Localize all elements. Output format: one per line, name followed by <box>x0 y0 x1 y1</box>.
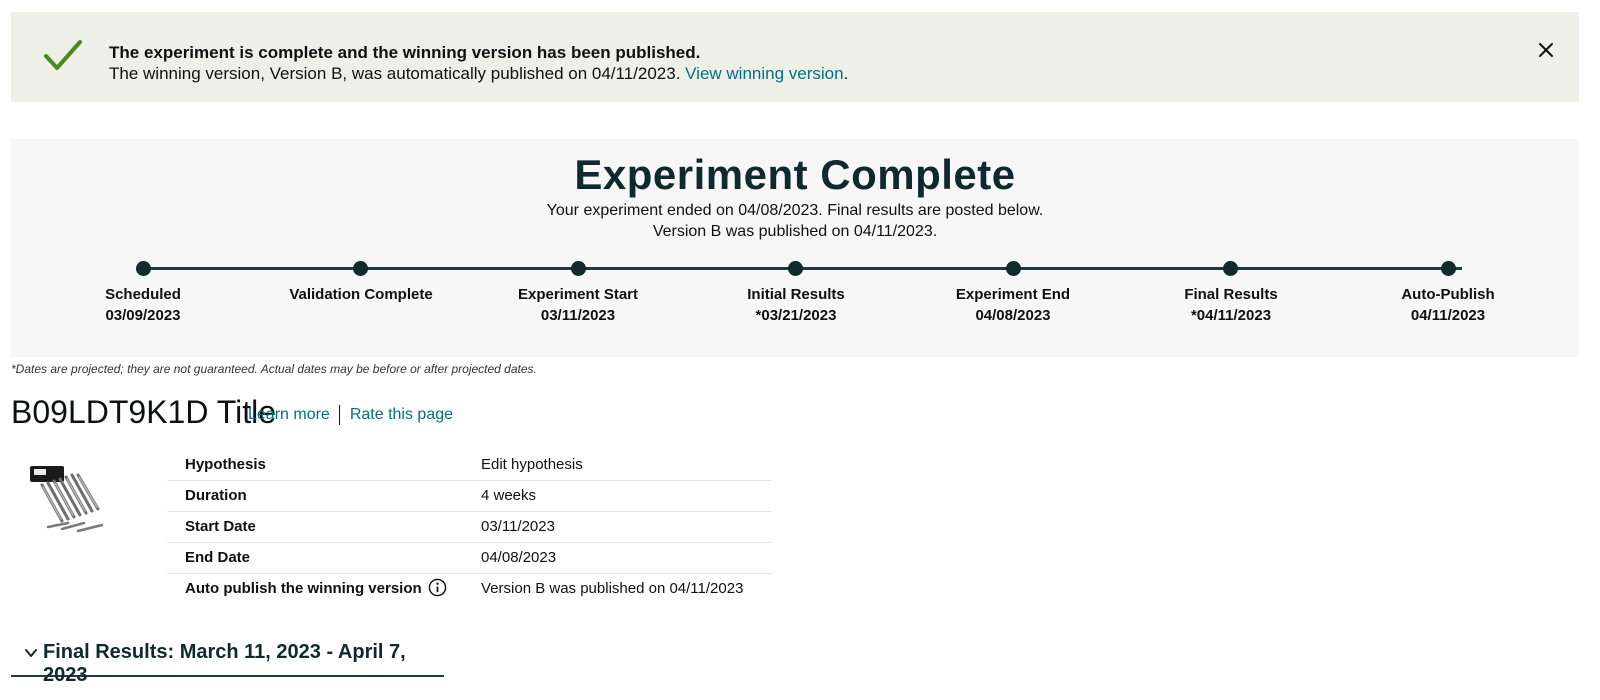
details-label: Hypothesis <box>185 456 266 473</box>
stage-label: Initial Results <box>747 286 845 303</box>
status-title: Experiment Complete <box>574 151 1016 198</box>
details-value: Version B was published on 04/11/2023 <box>481 580 744 597</box>
product-image <box>30 466 104 533</box>
final-results-title: Final Results: March 11, 2023 - April 7,… <box>43 641 406 686</box>
details-value: 4 weeks <box>481 487 537 504</box>
checkmark-icon <box>44 40 82 70</box>
link-divider <box>338 405 340 425</box>
experiment-details-table: Hypothesis Edit hypothesis Duration 4 we… <box>167 450 771 605</box>
stage-label: Scheduled <box>105 286 181 303</box>
final-results-expander[interactable]: Final Results: March 11, 2023 - April 7,… <box>11 640 444 686</box>
stage-date: 04/11/2023 <box>1410 307 1486 324</box>
page-title: B09LDT9K1D Title <box>11 394 277 430</box>
stage-label: Validation Complete <box>289 286 433 303</box>
details-value: 03/11/2023 <box>481 518 555 535</box>
alert-message: The experiment is complete and the winni… <box>109 42 848 84</box>
details-row-auto-publish: Auto publish the winning version Version… <box>167 574 771 605</box>
timeline-stage-initial-results: Initial Results *03/21/2023 <box>686 284 906 326</box>
header-links: Learn more Rate this page <box>248 405 453 425</box>
timeline-node-validation-complete <box>353 261 368 276</box>
details-value: 04/08/2023 <box>481 549 557 566</box>
details-label-with-icon: Auto publish the winning version <box>185 578 447 597</box>
alert-title: The experiment is complete and the winni… <box>109 43 701 62</box>
stage-label: Experiment Start <box>517 286 639 303</box>
stage-label: Final Results <box>1184 286 1278 303</box>
timeline-node-experiment-end <box>1006 261 1021 276</box>
timeline-stage-auto-publish: Auto-Publish 04/11/2023 <box>1338 284 1558 326</box>
stage-label: Auto-Publish <box>1401 286 1495 303</box>
stage-date: 04/08/2023 <box>975 307 1051 324</box>
success-alert: The experiment is complete and the winni… <box>11 12 1579 102</box>
details-label: Duration <box>185 487 247 504</box>
alert-body: The winning version, Version B, was auto… <box>109 63 848 84</box>
alert-body-text: The winning version, Version B, was auto… <box>109 64 686 83</box>
rate-this-page-link[interactable]: Rate this page <box>350 406 453 423</box>
timeline-node-scheduled <box>136 261 151 276</box>
timeline-stage-experiment-end: Experiment End 04/08/2023 <box>903 284 1123 326</box>
timeline-stage-scheduled: Scheduled 03/09/2023 <box>33 284 253 326</box>
stage-date: *04/11/2023 <box>1190 307 1272 324</box>
timeline-node-experiment-start <box>571 261 586 276</box>
details-label: Auto publish the winning version <box>185 580 422 597</box>
timeline-node-initial-results <box>788 261 803 276</box>
experiment-status-panel: Experiment Complete Your experiment ende… <box>11 139 1579 357</box>
details-label: Start Date <box>185 518 256 535</box>
projected-dates-note: *Dates are projected; they are not guara… <box>11 362 537 376</box>
chevron-down-icon <box>25 649 37 657</box>
timeline-stage-final-results: Final Results *04/11/2023 <box>1121 284 1341 326</box>
details-label: End Date <box>185 549 251 566</box>
stage-date: 03/09/2023 <box>105 307 181 324</box>
status-line-2: Version B was published on 04/11/2023. <box>652 223 938 240</box>
alert-body-trail: . <box>843 64 849 83</box>
info-icon[interactable] <box>428 578 447 597</box>
details-row-hypothesis: Hypothesis Edit hypothesis <box>167 450 771 481</box>
learn-more-link[interactable]: Learn more <box>248 406 330 423</box>
close-icon[interactable] <box>1535 39 1557 61</box>
stage-date: *03/21/2023 <box>755 307 837 324</box>
stage-label: Experiment End <box>955 286 1071 303</box>
view-winning-version-link[interactable]: View winning version <box>685 64 843 83</box>
details-row-duration: Duration 4 weeks <box>167 481 771 512</box>
timeline-node-final-results <box>1223 261 1238 276</box>
timeline-stage-experiment-start: Experiment Start 03/11/2023 <box>468 284 688 326</box>
status-line-1: Your experiment ended on 04/08/2023. Fin… <box>546 202 1044 219</box>
stage-date: 03/11/2023 <box>540 307 616 324</box>
edit-hypothesis-link[interactable]: Edit hypothesis <box>481 456 583 473</box>
details-row-start-date: Start Date 03/11/2023 <box>167 512 771 543</box>
timeline-node-auto-publish <box>1441 261 1456 276</box>
details-row-end-date: End Date 04/08/2023 <box>167 543 771 574</box>
timeline-stage-validation-complete: Validation Complete <box>251 284 471 305</box>
